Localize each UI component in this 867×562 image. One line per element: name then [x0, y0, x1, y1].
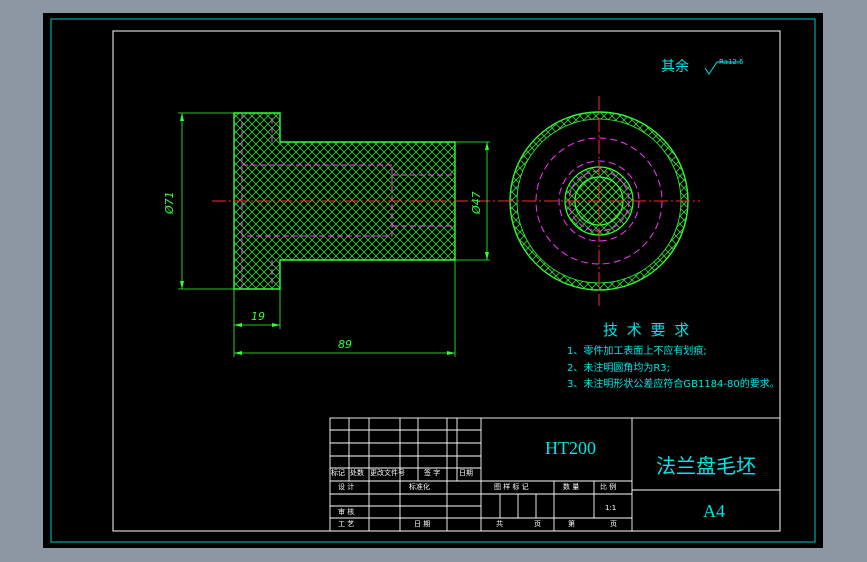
- weight-label: 数 量: [563, 483, 580, 491]
- rev-header-sign: 签 字: [424, 469, 441, 477]
- tech-requirement-3: 3、未注明形状公差应符合GB1184-80的要求。: [567, 379, 780, 390]
- scale-label: 比 例: [600, 483, 617, 491]
- design-label: 设 计: [338, 483, 355, 491]
- part-name: 法兰盘毛坯: [656, 454, 756, 478]
- rev-header-date: 日期: [459, 469, 473, 477]
- rev-header-mark: 标记: [331, 469, 345, 477]
- total-sheets-unit: 页: [534, 520, 541, 528]
- date-label: 日 期: [414, 520, 431, 528]
- dim-od-text: Ø71: [163, 191, 176, 214]
- material-label: HT200: [545, 438, 596, 458]
- standardization-label: 标准化: [409, 483, 430, 491]
- tech-requirement-2: 2、未注明圆角均为R3;: [567, 363, 671, 374]
- roughness-value: Ra12.5: [719, 58, 744, 66]
- dim-length-text: 89: [338, 338, 352, 351]
- tech-requirements-title: 技 术 要 求: [603, 321, 692, 339]
- process-label: 工 艺: [338, 520, 355, 528]
- stage-mark-label: 图 样 标 记: [494, 483, 529, 491]
- surface-finish-label: 其余: [661, 59, 689, 75]
- rev-header-doc: 更改文件号: [370, 469, 405, 477]
- sheet-no-unit: 页: [610, 520, 617, 528]
- dim-flange-text: 19: [251, 310, 265, 323]
- dim-id-text: Ø47: [470, 191, 483, 214]
- sheet-size: A4: [703, 501, 725, 521]
- total-sheets-label: 共: [496, 520, 503, 528]
- rev-header-count: 处数: [350, 469, 364, 477]
- tech-requirement-1: 1、零件加工表面上不应有划痕;: [567, 346, 707, 357]
- sheet-no-label: 第: [568, 520, 575, 528]
- review-label: 审 核: [338, 508, 355, 516]
- scale-value: 1:1: [605, 504, 617, 512]
